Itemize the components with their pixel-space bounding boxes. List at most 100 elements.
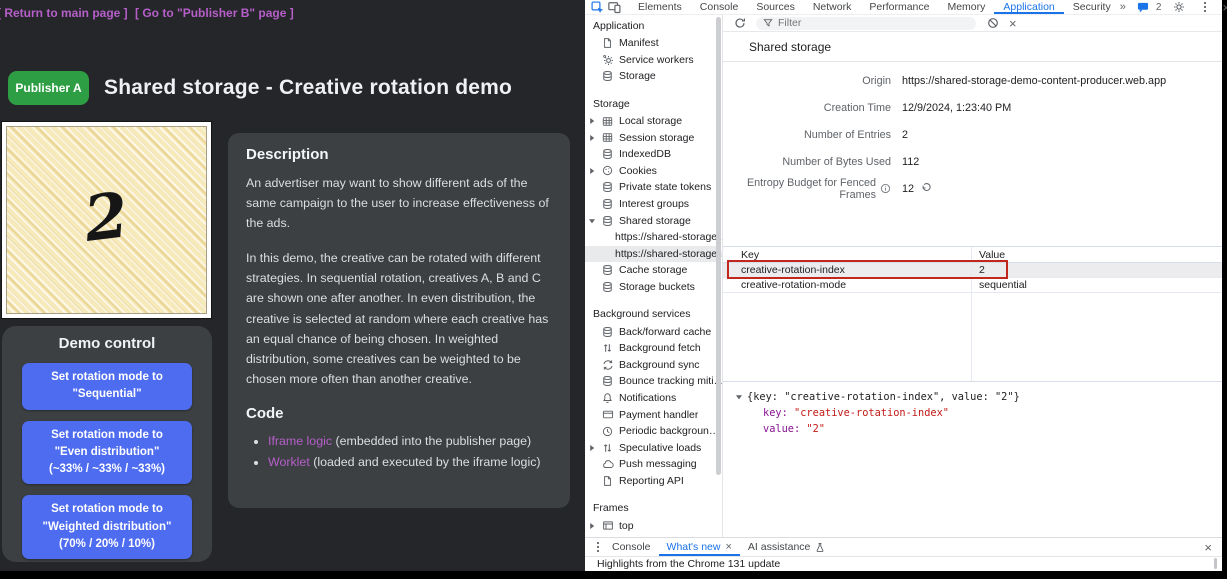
button-line: Set rotation mode to bbox=[26, 501, 188, 518]
chevron-right-icon[interactable] bbox=[588, 117, 596, 125]
meta-label: Number of Entries bbox=[804, 129, 891, 141]
devtools-panel: Elements Console Sources Network Perform… bbox=[585, 0, 1222, 571]
delete-selected-icon[interactable]: × bbox=[1009, 17, 1017, 30]
chevron-right-icon[interactable] bbox=[588, 444, 596, 452]
set-weighted-distribution-button[interactable]: Set rotation mode to "Weighted distribut… bbox=[22, 495, 192, 559]
code-list-item: Iframe logic (embedded into the publishe… bbox=[268, 432, 552, 451]
set-sequential-button[interactable]: Set rotation mode to "Sequential" bbox=[22, 363, 192, 410]
sidebar-item-session-storage[interactable]: Session storage bbox=[585, 129, 722, 146]
sidebar-section-frames: Frames top bbox=[585, 499, 722, 534]
chevron-right-icon[interactable] bbox=[588, 167, 596, 175]
close-tab-icon[interactable]: × bbox=[725, 542, 731, 553]
chevron-down-icon[interactable] bbox=[588, 217, 596, 225]
property-name: value: bbox=[763, 423, 800, 435]
preview-summary-row[interactable]: {key: "creative-rotation-index", value: … bbox=[735, 389, 1222, 405]
cookie-icon bbox=[601, 165, 614, 177]
top-nav: [ Return to main page ] [ Go to "Publish… bbox=[0, 6, 298, 20]
column-header-key[interactable]: Key bbox=[723, 249, 971, 261]
database-icon bbox=[601, 375, 614, 387]
creative-digit: 2 bbox=[80, 178, 132, 256]
sidebar-item-service-workers[interactable]: Service workers bbox=[585, 52, 722, 69]
device-toolbar-icon[interactable] bbox=[606, 1, 623, 14]
frame-icon bbox=[601, 520, 614, 532]
devtools-close-icon[interactable]: × bbox=[1222, 1, 1227, 14]
column-header-value[interactable]: Value bbox=[971, 249, 1222, 261]
tab-security[interactable]: Security bbox=[1064, 0, 1120, 14]
meta-row-origin: Origin https://shared-storage-demo-conte… bbox=[723, 67, 1222, 94]
worklet-link[interactable]: Worklet bbox=[268, 455, 310, 469]
sidebar-item-top-frame[interactable]: top bbox=[585, 517, 722, 534]
table-row-creative-rotation-mode[interactable]: creative-rotation-mode sequential bbox=[723, 278, 1222, 293]
sidebar-item-back-forward-cache[interactable]: Back/forward cache bbox=[585, 323, 722, 340]
inspect-element-icon[interactable] bbox=[589, 1, 606, 14]
sidebar-item-private-state-tokens[interactable]: Private state tokens bbox=[585, 179, 722, 196]
tab-network[interactable]: Network bbox=[804, 0, 861, 14]
sidebar-item-notifications[interactable]: Notifications bbox=[585, 390, 722, 407]
button-line: Set rotation mode to bbox=[26, 427, 188, 444]
sidebar-item-periodic-background-sync[interactable]: Periodic backgroun… bbox=[585, 423, 722, 440]
sidebar-item-shared-storage[interactable]: Shared storage bbox=[585, 212, 722, 229]
refresh-icon[interactable] bbox=[733, 17, 746, 30]
chevron-right-icon[interactable] bbox=[588, 522, 596, 530]
return-main-link[interactable]: [ Return to main page ] bbox=[0, 6, 128, 20]
sidebar-item-shared-storage-origin-2[interactable]: https://shared-storage… bbox=[585, 246, 722, 263]
sidebar-item-cookies[interactable]: Cookies bbox=[585, 163, 722, 180]
tab-performance[interactable]: Performance bbox=[860, 0, 938, 14]
drawer-tab-whats-new[interactable]: What's new × bbox=[659, 538, 740, 556]
tab-elements[interactable]: Elements bbox=[629, 0, 691, 14]
sidebar-item-interest-groups[interactable]: Interest groups bbox=[585, 196, 722, 213]
tab-sources[interactable]: Sources bbox=[747, 0, 804, 14]
sidebar-item-indexeddb[interactable]: IndexedDB bbox=[585, 146, 722, 163]
sidebar-item-cache-storage[interactable]: Cache storage bbox=[585, 262, 722, 279]
filter-box[interactable] bbox=[756, 17, 976, 30]
reset-budget-icon[interactable] bbox=[921, 183, 932, 194]
set-even-distribution-button[interactable]: Set rotation mode to "Even distribution"… bbox=[22, 421, 192, 485]
sidebar-item-background-fetch[interactable]: Background fetch bbox=[585, 340, 722, 357]
settings-gear-icon[interactable] bbox=[1170, 1, 1187, 14]
drawer-tab-ai-assistance[interactable]: AI assistance bbox=[740, 538, 833, 556]
more-tabs-icon[interactable]: » bbox=[1120, 1, 1126, 13]
shared-storage-view: × Shared storage Origin https://shared-s… bbox=[722, 15, 1222, 537]
drawer-scrollbar[interactable] bbox=[1214, 558, 1217, 569]
meta-row-number-of-entries: Number of Entries 2 bbox=[723, 121, 1222, 148]
sidebar-scrollbar[interactable] bbox=[716, 17, 721, 475]
iframe-logic-link[interactable]: Iframe logic bbox=[268, 434, 332, 448]
sidebar-item-storage[interactable]: Storage bbox=[585, 68, 722, 85]
property-value: "creative-rotation-index" bbox=[794, 407, 949, 419]
sidebar-item-bounce-tracking[interactable]: Bounce tracking miti… bbox=[585, 373, 722, 390]
sidebar-item-reporting-api[interactable]: Reporting API bbox=[585, 473, 722, 490]
sidebar-item-manifest[interactable]: Manifest bbox=[585, 35, 722, 52]
sidebar-item-speculative-loads[interactable]: Speculative loads bbox=[585, 439, 722, 456]
sidebar-item-storage-buckets[interactable]: Storage buckets bbox=[585, 279, 722, 296]
drawer-tab-console[interactable]: Console bbox=[604, 538, 659, 556]
whats-new-headline[interactable]: Highlights from the Chrome 131 update bbox=[597, 558, 780, 570]
chevron-right-icon[interactable] bbox=[588, 134, 596, 142]
sidebar-item-shared-storage-origin-1[interactable]: https://shared-storage… bbox=[585, 229, 722, 246]
publisher-b-link[interactable]: [ Go to "Publisher B" page ] bbox=[135, 6, 294, 20]
filter-funnel-icon bbox=[763, 18, 773, 28]
application-sidebar: Application Manifest Service workers Sto… bbox=[585, 15, 722, 537]
button-line: "Weighted distribution" bbox=[26, 519, 188, 536]
drawer-close-icon[interactable]: × bbox=[1204, 541, 1212, 554]
chevron-down-icon[interactable] bbox=[735, 393, 743, 401]
issues-counter[interactable]: 2 bbox=[1135, 1, 1162, 14]
filter-input[interactable] bbox=[778, 17, 969, 29]
table-row-creative-rotation-index[interactable]: creative-rotation-index 2 bbox=[723, 263, 1222, 278]
info-icon[interactable] bbox=[880, 183, 891, 194]
meta-label: Entropy Budget for Fenced Frames bbox=[723, 177, 876, 201]
up-down-arrows-icon bbox=[601, 342, 614, 354]
sidebar-item-payment-handler[interactable]: Payment handler bbox=[585, 406, 722, 423]
tab-memory[interactable]: Memory bbox=[938, 0, 994, 14]
clear-all-icon[interactable] bbox=[986, 17, 999, 30]
drawer-kebab-icon[interactable] bbox=[591, 541, 604, 554]
sidebar-item-local-storage[interactable]: Local storage bbox=[585, 113, 722, 130]
tab-console[interactable]: Console bbox=[691, 0, 748, 14]
section-title: Background services bbox=[585, 305, 722, 323]
sidebar-item-push-messaging[interactable]: Push messaging bbox=[585, 456, 722, 473]
sidebar-item-background-sync[interactable]: Background sync bbox=[585, 357, 722, 374]
database-icon bbox=[601, 281, 614, 293]
issues-bubble-icon bbox=[1135, 1, 1152, 14]
kebab-menu-icon[interactable] bbox=[1196, 1, 1213, 14]
tab-application[interactable]: Application bbox=[994, 0, 1063, 14]
page-title: Shared storage - Creative rotation demo bbox=[104, 76, 512, 100]
